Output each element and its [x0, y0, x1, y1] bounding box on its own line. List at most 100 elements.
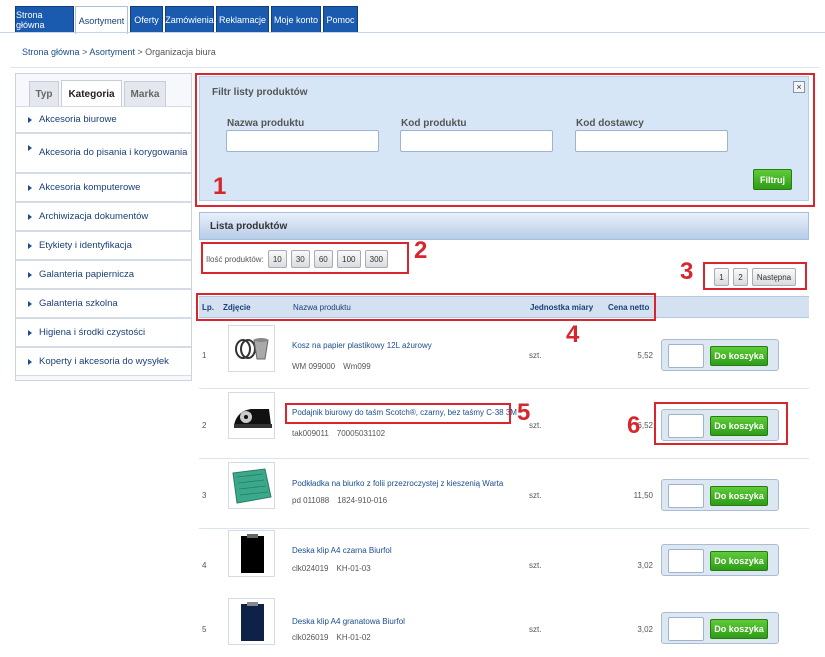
triangle-right-icon: [28, 300, 32, 307]
unit: szt.: [529, 491, 542, 500]
annotation-box-page-size: [201, 242, 409, 274]
category-item[interactable]: Galanteria papiernicza: [16, 260, 191, 289]
supplier-code: 1824-910-016: [337, 496, 388, 505]
product-name-link[interactable]: Kosz na papier plastikowy 12L ażurowy: [292, 341, 432, 350]
annotation-number: 6: [627, 412, 641, 439]
triangle-right-icon: [28, 242, 32, 249]
add-to-cart-box: Do koszyka: [661, 612, 779, 644]
tab-zamowienia[interactable]: Zamówienia: [165, 6, 214, 33]
category-label: Archiwizacja dokumentów: [39, 211, 149, 222]
triangle-right-icon: [28, 145, 32, 151]
row-number: 1: [202, 351, 207, 360]
add-to-cart-box: Do koszyka: [661, 479, 779, 511]
category-label: Akcesoria komputerowe: [39, 182, 141, 193]
product-name-link[interactable]: Deska klip A4 czarna Biurfol: [292, 546, 392, 555]
add-to-cart-button[interactable]: Do koszyka: [710, 619, 768, 639]
tab-moje-konto[interactable]: Moje konto: [271, 6, 321, 33]
triangle-right-icon: [28, 329, 32, 336]
annotation-number: 2: [414, 237, 428, 264]
add-to-cart-box: Do koszyka: [661, 544, 779, 576]
category-label: Galanteria szkolna: [39, 298, 118, 309]
product-code: clk026019: [292, 633, 329, 642]
tab-asortyment[interactable]: Asortyment: [75, 6, 128, 34]
breadcrumb: Strona główna > Asortyment > Organizacja…: [22, 47, 216, 57]
sidebar: Typ Kategoria Marka Akcesoria biurowe Ak…: [15, 73, 192, 381]
quantity-input[interactable]: [668, 344, 704, 368]
category-item[interactable]: Galanteria szkolna: [16, 289, 191, 318]
product-code: clk024019: [292, 564, 329, 573]
sidebar-tab-kategoria[interactable]: Kategoria: [61, 80, 122, 107]
row-number: 3: [202, 491, 207, 500]
category-item[interactable]: Archiwizacja dokumentów: [16, 202, 191, 231]
add-to-cart-button[interactable]: Do koszyka: [710, 551, 768, 571]
category-label: Etykiety i identyfikacja: [39, 240, 132, 251]
quantity-input[interactable]: [668, 484, 704, 508]
triangle-right-icon: [28, 358, 32, 365]
annotation-box-filter: [195, 73, 815, 207]
tab-reklamacje[interactable]: Reklamacje: [216, 6, 269, 33]
clipboard-black-icon[interactable]: [228, 530, 275, 577]
product-name-link[interactable]: Podkładka na biurko z folii przezroczyst…: [292, 479, 503, 488]
breadcrumb-link-asortyment[interactable]: Asortyment: [89, 47, 135, 57]
unit: szt.: [529, 351, 542, 360]
table-row: 3 Podkładka na biurko z folii przezroczy…: [199, 459, 809, 529]
supplier-code: 70005031102: [336, 429, 386, 438]
category-item[interactable]: Akcesoria do pisania i korygowania: [16, 133, 191, 173]
tab-oferty[interactable]: Oferty: [130, 6, 163, 33]
row-number: 5: [202, 625, 207, 634]
triangle-right-icon: [28, 213, 32, 220]
clipboard-navy-icon[interactable]: [228, 598, 275, 645]
supplier-code: Wm099: [343, 362, 371, 371]
row-number: 2: [202, 421, 207, 430]
top-navigation: Strona główna Asortyment Oferty Zamówien…: [0, 0, 825, 34]
table-row: 1 Kosz na papier plastikowy 12L ażurowy …: [199, 319, 809, 389]
product-list-title: Lista produktów: [199, 212, 809, 240]
supplier-code: KH-01-02: [336, 633, 371, 642]
quantity-input[interactable]: [668, 549, 704, 573]
breadcrumb-separator: >: [137, 47, 143, 57]
category-label: Akcesoria do pisania i korygowania: [39, 147, 188, 158]
category-item[interactable]: Koperty i akcesoria do wysyłek: [16, 347, 191, 376]
unit: szt.: [529, 625, 542, 634]
quantity-input[interactable]: [668, 617, 704, 641]
breadcrumb-separator: >: [82, 47, 88, 57]
price: 11,50: [633, 491, 653, 500]
annotation-number: 3: [680, 258, 694, 285]
sidebar-tab-typ[interactable]: Typ: [29, 81, 59, 107]
table-row: 5 Deska klip A4 granatowa Biurfol clk026…: [199, 597, 809, 657]
category-item[interactable]: Akcesoria biurowe: [16, 106, 191, 133]
annotation-number: 5: [517, 399, 531, 426]
add-to-cart-button[interactable]: Do koszyka: [710, 346, 768, 366]
add-to-cart-box: Do koszyka: [661, 339, 779, 371]
breadcrumb-link-home[interactable]: Strona główna: [22, 47, 80, 57]
annotation-number: 1: [213, 173, 227, 200]
triangle-right-icon: [28, 271, 32, 278]
category-item[interactable]: Etykiety i identyfikacja: [16, 231, 191, 260]
nav-divider: [0, 32, 825, 33]
triangle-right-icon: [28, 184, 32, 191]
table-row: 4 Deska klip A4 czarna Biurfol clk024019…: [199, 529, 809, 599]
price: 3,02: [637, 561, 653, 570]
waste-basket-icon[interactable]: [228, 325, 275, 372]
product-codes: clk024019 KH-01-03: [292, 564, 379, 573]
product-code: tak009011: [292, 429, 329, 438]
product-name-link[interactable]: Deska klip A4 granatowa Biurfol: [292, 617, 405, 626]
tape-dispenser-icon[interactable]: [228, 392, 275, 439]
unit: szt.: [529, 561, 542, 570]
desk-pad-icon[interactable]: [228, 462, 275, 509]
annotation-box-cart: [654, 402, 788, 445]
add-to-cart-button[interactable]: Do koszyka: [710, 486, 768, 506]
annotation-box-product-name: [285, 403, 511, 424]
category-label: Akcesoria biurowe: [39, 114, 117, 125]
annotation-number: 4: [566, 321, 580, 348]
sidebar-tab-marka[interactable]: Marka: [124, 81, 166, 107]
breadcrumb-current: Organizacja biura: [145, 47, 216, 57]
tab-strona-glowna[interactable]: Strona główna: [15, 6, 74, 33]
category-item[interactable]: Higiena i środki czystości: [16, 318, 191, 347]
category-list: Akcesoria biurowe Akcesoria do pisania i…: [16, 106, 191, 376]
supplier-code: KH-01-03: [336, 564, 371, 573]
category-item[interactable]: Akcesoria komputerowe: [16, 173, 191, 202]
product-code: pd 011088: [292, 496, 330, 505]
annotation-box-pager: [703, 262, 807, 290]
tab-pomoc[interactable]: Pomoc: [323, 6, 358, 33]
